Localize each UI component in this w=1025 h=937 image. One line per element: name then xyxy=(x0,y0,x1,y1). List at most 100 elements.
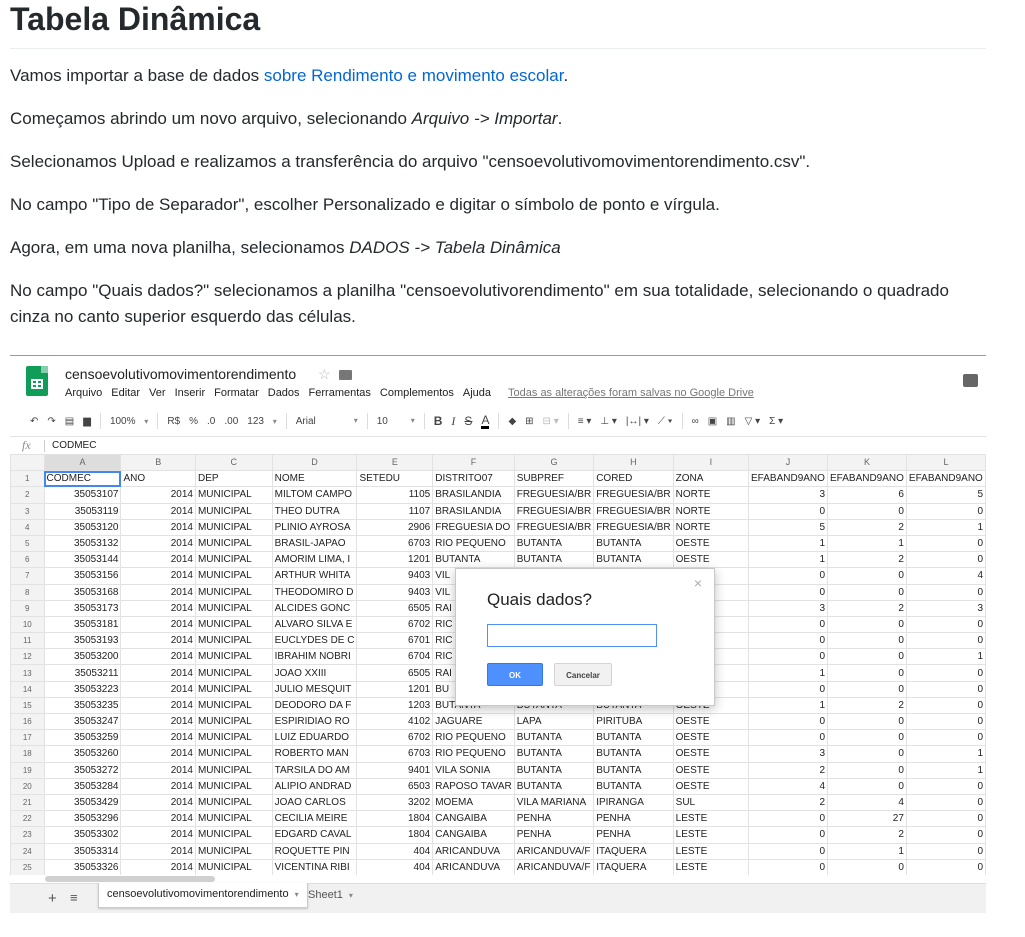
cell[interactable]: 0 xyxy=(827,502,907,520)
tab-sheet1[interactable]: Sheet1 ▾ xyxy=(308,889,353,901)
spreadsheet-title[interactable]: censoevolutivomovimentorendimento xyxy=(65,366,296,382)
text-color-button[interactable]: A xyxy=(481,414,490,429)
cell[interactable]: PENHA xyxy=(593,826,674,844)
cell[interactable]: LAPA xyxy=(513,712,595,731)
cell[interactable]: 2014 xyxy=(120,648,196,666)
cell[interactable]: 0 xyxy=(748,842,828,860)
cell[interactable]: 35053259 xyxy=(43,729,122,747)
cell[interactable]: MUNICIPAL xyxy=(194,712,273,731)
row-header[interactable]: 7 xyxy=(10,567,45,585)
cell[interactable]: 0 xyxy=(905,810,986,828)
cell[interactable]: 1 xyxy=(748,534,828,553)
row-header[interactable]: 14 xyxy=(10,680,45,698)
ok-button[interactable]: OK xyxy=(487,663,543,686)
cell[interactable]: 1105 xyxy=(356,486,434,504)
cell[interactable]: 404 xyxy=(356,842,434,860)
cell[interactable]: MUNICIPAL xyxy=(194,761,273,779)
merge-cells-icon[interactable]: ⊟ ▾ xyxy=(543,416,559,427)
cell[interactable]: 0 xyxy=(827,648,907,666)
column-header-d[interactable]: D xyxy=(271,454,358,472)
print-icon[interactable]: ▤ xyxy=(65,416,74,427)
menu-inserir[interactable]: Inserir xyxy=(175,387,206,399)
all-sheets-button[interactable]: ≡ xyxy=(70,890,78,905)
text-rotation-icon[interactable]: ⟋ ▾ xyxy=(658,416,673,427)
zoom-select[interactable]: 100% ▾ xyxy=(110,416,148,427)
percent-format-button[interactable]: % xyxy=(189,416,198,427)
cell[interactable]: OESTE xyxy=(672,777,750,795)
menu-arquivo[interactable]: Arquivo xyxy=(65,387,102,399)
cell[interactable]: 6701 xyxy=(356,632,434,650)
cell[interactable]: 1 xyxy=(827,534,907,553)
cell[interactable]: RAPOSO TAVAR xyxy=(432,777,515,795)
cell[interactable]: 2014 xyxy=(120,761,196,779)
cell[interactable]: 35053260 xyxy=(43,745,122,763)
cell[interactable]: 3 xyxy=(748,599,828,617)
cell[interactable]: 0 xyxy=(748,648,828,666)
cell[interactable]: 0 xyxy=(905,502,986,520)
cell[interactable]: SUL xyxy=(672,793,750,812)
cell[interactable]: ARTHUR WHITA xyxy=(271,567,358,585)
cell[interactable]: 0 xyxy=(827,615,907,634)
select-all-corner[interactable] xyxy=(10,454,45,472)
cell[interactable]: 0 xyxy=(905,664,986,682)
cell[interactable]: 35053156 xyxy=(43,567,122,585)
cancel-button[interactable]: Cancelar xyxy=(554,663,612,686)
paint-format-icon[interactable]: ▆ xyxy=(83,416,91,427)
decrease-decimal-button[interactable]: .0 xyxy=(207,416,215,427)
cell[interactable]: 6503 xyxy=(356,777,434,795)
cell[interactable]: 35053272 xyxy=(43,761,122,779)
column-header-h[interactable]: H xyxy=(593,454,674,472)
cell[interactable]: 0 xyxy=(827,680,907,698)
cell[interactable]: 2014 xyxy=(120,826,196,844)
cell[interactable]: OESTE xyxy=(672,761,750,779)
cell[interactable]: MUNICIPAL xyxy=(194,842,273,860)
menu-complementos[interactable]: Complementos xyxy=(380,387,454,399)
more-formats-button[interactable]: 123 ▾ xyxy=(247,416,276,427)
cell[interactable]: 35053284 xyxy=(43,777,122,795)
cell[interactable]: 0 xyxy=(905,712,986,731)
cell[interactable]: 0 xyxy=(748,583,828,601)
cell[interactable]: 2014 xyxy=(120,712,196,731)
cell[interactable]: 0 xyxy=(748,712,828,731)
cell[interactable]: 35053107 xyxy=(43,486,122,504)
cell[interactable]: 0 xyxy=(748,680,828,698)
column-header-g[interactable]: G xyxy=(513,454,595,472)
cell[interactable]: BUTANTA xyxy=(593,534,674,553)
cell[interactable]: 35053247 xyxy=(43,712,122,731)
row-header[interactable]: 25 xyxy=(10,858,45,875)
cell[interactable]: 0 xyxy=(827,712,907,731)
cell[interactable]: 35053181 xyxy=(43,615,122,634)
insert-comment-icon[interactable]: ▣ xyxy=(708,416,717,427)
cell[interactable]: ANO xyxy=(120,470,196,488)
cell[interactable]: 35053120 xyxy=(43,518,122,536)
cell[interactable]: 9403 xyxy=(356,583,434,601)
cell[interactable]: MUNICIPAL xyxy=(194,486,273,504)
cell[interactable]: 6702 xyxy=(356,729,434,747)
cell[interactable]: 0 xyxy=(827,761,907,779)
menu-ajuda[interactable]: Ajuda xyxy=(463,387,491,399)
cell[interactable]: 0 xyxy=(748,810,828,828)
cell[interactable]: 2014 xyxy=(120,793,196,812)
cell[interactable]: 2014 xyxy=(120,680,196,698)
cell[interactable]: 2 xyxy=(827,551,907,569)
cell[interactable]: 1 xyxy=(905,648,986,666)
cell[interactable]: BUTANTA xyxy=(513,551,595,569)
cell[interactable]: 0 xyxy=(748,826,828,844)
cell[interactable]: 6505 xyxy=(356,599,434,617)
cell[interactable]: 2014 xyxy=(120,664,196,682)
cell[interactable]: DEODORO DA F xyxy=(271,696,358,715)
cell[interactable]: 1203 xyxy=(356,696,434,715)
cell[interactable]: 0 xyxy=(905,696,986,715)
menu-dados[interactable]: Dados xyxy=(268,387,300,399)
cell[interactable]: RIO PEQUENO xyxy=(432,745,515,763)
italic-button[interactable]: I xyxy=(451,414,455,429)
cell[interactable]: MUNICIPAL xyxy=(194,518,273,536)
insert-link-icon[interactable]: ∞ xyxy=(692,416,699,427)
menu-editar[interactable]: Editar xyxy=(111,387,140,399)
cell[interactable]: EDGARD CAVAL xyxy=(271,826,358,844)
cell[interactable]: 9403 xyxy=(356,567,434,585)
row-header[interactable]: 19 xyxy=(10,761,45,779)
cell[interactable]: JOAO XXIII xyxy=(271,664,358,682)
save-status[interactable]: Todas as alterações foram salvas no Goog… xyxy=(508,387,754,399)
cell[interactable]: 1 xyxy=(748,551,828,569)
